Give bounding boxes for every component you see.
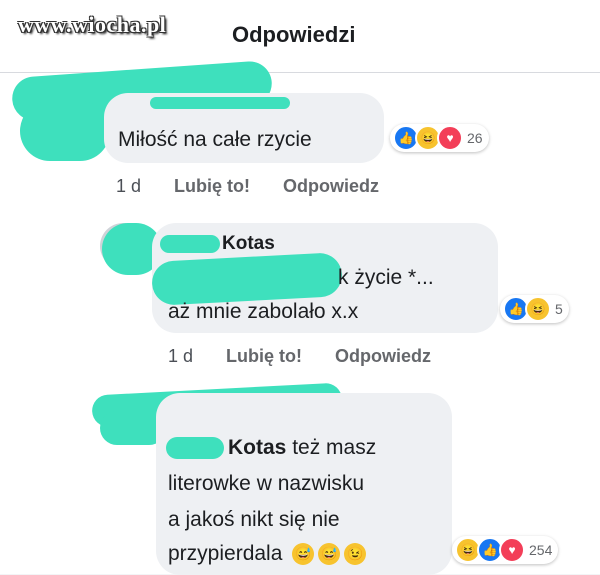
reactions-summary[interactable]: 😆 👍 ♥ 254 [452,536,559,564]
love-icon: ♥ [437,125,463,151]
comment-actions: 1 d Lubię to! Odpowiedz [116,176,407,197]
like-link[interactable]: Lubię to! [226,346,302,366]
reaction-count: 254 [529,542,553,558]
reaction-count: 26 [467,130,483,146]
watermark-logo: www.wiocha.pl [18,12,167,37]
mention-tag[interactable]: Kotas [228,436,286,459]
love-icon: ♥ [499,537,525,563]
comment-text: Miłość na całe rzycie [118,128,312,151]
sweat-smile-emoji-icon: 😅 [318,543,341,566]
comment-text: przypierdala 😅 😅 😉 [168,539,367,569]
wink-emoji-icon: 😉 [344,543,367,566]
like-link[interactable]: Lubię to! [174,176,250,196]
redaction-scribble [150,97,290,109]
comment-text: aż mnie zabolało x.x [168,300,359,323]
redaction-scribble [20,101,110,161]
page-title: Odpowiedzi [232,22,356,47]
comment-text: literowke w nazwisku [168,472,365,495]
replies-list: Miłość na całe rzycie 👍 😆 ♥ 26 1 d Lubię… [0,59,600,575]
comment-text: k życie *... [338,266,434,289]
timestamp[interactable]: 1 d [168,346,193,366]
comment-actions: 1 d Lubię to! Odpowiedz [168,346,459,367]
reactions-summary[interactable]: 👍 😆 ♥ 26 [390,124,489,152]
reaction-count: 5 [555,301,563,317]
reactions-summary[interactable]: 👍 😆 5 [500,295,569,323]
comment-text: Kotas też masz [228,436,377,459]
sweat-smile-emoji-icon: 😅 [292,543,315,566]
comment-text: a jakoś nikt się nie [168,508,340,531]
timestamp[interactable]: 1 d [116,176,141,196]
reply-link[interactable]: Odpowiedz [283,176,379,196]
comment-author[interactable]: Kotas [222,233,275,255]
haha-icon: 😆 [525,296,551,322]
redaction-scribble [160,235,220,253]
redaction-scribble [166,437,224,459]
reply-link[interactable]: Odpowiedz [335,346,431,366]
top-bar: www.wiocha.pl Odpowiedzi [0,0,600,73]
